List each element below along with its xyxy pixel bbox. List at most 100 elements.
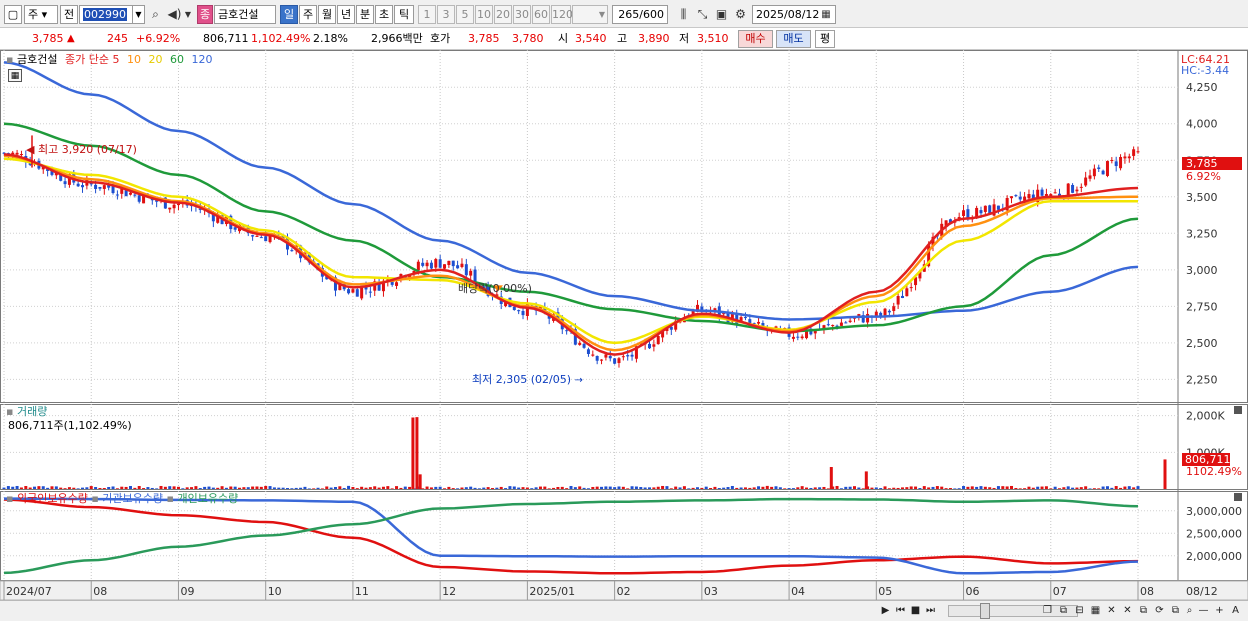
- data-count-field[interactable]: 265/600: [612, 5, 668, 24]
- volume-bar: [656, 486, 660, 489]
- interval-60[interactable]: 60: [532, 5, 550, 24]
- candle-body: [630, 354, 634, 357]
- volume-bar: [19, 487, 23, 489]
- candle-body: [434, 259, 438, 268]
- cross-icon[interactable]: ✕: [1104, 603, 1119, 619]
- volume-panel-close-icon[interactable]: [1234, 406, 1242, 414]
- interval-dropdown-icon[interactable]: ▼: [572, 5, 608, 24]
- volume-bar: [1040, 486, 1044, 489]
- volume-bar: [477, 488, 481, 489]
- volume-bar: [85, 487, 89, 489]
- x-tick-label: 05: [878, 585, 892, 598]
- table-view-icon[interactable]: ▦: [8, 69, 22, 82]
- code-dropdown-icon[interactable]: ▼: [132, 5, 145, 24]
- volume-bar: [892, 487, 896, 489]
- compare-icon[interactable]: ⧉: [1056, 603, 1071, 619]
- volume-bar: [98, 488, 102, 489]
- volume-bar: [1057, 488, 1061, 489]
- volume-bar: [848, 486, 852, 489]
- volume-bar: [687, 488, 691, 489]
- quote-bar: 3,785 ▲ 245 +6.92% 806,711 1,102.49% 2.1…: [0, 28, 1248, 50]
- interval-3[interactable]: 3: [437, 5, 455, 24]
- zoom-search-icon[interactable]: ⌕: [1182, 603, 1197, 619]
- volume-bar: [1071, 487, 1075, 489]
- tab-week[interactable]: 주: [299, 5, 317, 24]
- interval-5[interactable]: 5: [456, 5, 474, 24]
- volume-bar: [678, 487, 682, 489]
- crosshair-icon[interactable]: ✕: [1120, 603, 1135, 619]
- volume-bar: [176, 486, 180, 489]
- calendar-icon[interactable]: ▦: [818, 5, 834, 24]
- volume-bar: [543, 486, 547, 489]
- speaker-icon[interactable]: ◀): [166, 5, 183, 24]
- history-dropdown-icon[interactable]: ▼: [183, 5, 193, 24]
- tab-month[interactable]: 월: [318, 5, 336, 24]
- volume-bar: [905, 487, 909, 489]
- volume-bar: [303, 486, 307, 489]
- tab-second[interactable]: 초: [375, 5, 393, 24]
- layers-icon[interactable]: ⧉: [1168, 603, 1183, 619]
- holding-legend: ▪ 외국인보유수량 ▪ 기관보유수량 ▪ 개인보유수량: [6, 492, 238, 505]
- legend-ma10: 10: [126, 53, 141, 66]
- scroll-end-icon[interactable]: ⏭: [923, 603, 938, 619]
- volume-legend: ▪ 거래량: [6, 405, 47, 418]
- tab-tick[interactable]: 틱: [394, 5, 414, 24]
- holding-panel-close-icon[interactable]: [1234, 493, 1242, 501]
- zoom-in-icon[interactable]: +: [1212, 603, 1227, 619]
- volume-bar: [652, 487, 656, 489]
- interval-20[interactable]: 20: [494, 5, 512, 24]
- volume-bar: [111, 486, 115, 489]
- tab-minute[interactable]: 분: [356, 5, 374, 24]
- buy-button[interactable]: 매수: [738, 30, 773, 48]
- split-icon[interactable]: ⊟: [1072, 603, 1087, 619]
- volume-bar: [333, 486, 337, 489]
- stop-icon[interactable]: ■: [908, 603, 923, 619]
- line-tool-icon[interactable]: ⤡: [694, 5, 711, 24]
- interval-1[interactable]: 1: [418, 5, 436, 24]
- candle-body: [137, 195, 141, 202]
- candle-type-icon[interactable]: ⫼: [675, 5, 692, 24]
- scroll-start-icon[interactable]: ⏮: [893, 603, 908, 619]
- tab-year[interactable]: 년: [337, 5, 355, 24]
- candle-body: [98, 186, 102, 189]
- stock-name-field[interactable]: 금호건설: [214, 5, 276, 24]
- volume-bar: [482, 487, 486, 489]
- volume-bar: [6, 486, 10, 489]
- window-icon[interactable]: ❐: [1040, 603, 1055, 619]
- candle-body: [94, 184, 98, 189]
- save-icon[interactable]: ▣: [713, 5, 730, 24]
- candle-body: [421, 262, 425, 266]
- gear-icon[interactable]: ⚙: [732, 5, 749, 24]
- current-price-tag: 3,785: [1182, 157, 1242, 170]
- interval-30[interactable]: 30: [513, 5, 531, 24]
- zoom-out-icon[interactable]: —: [1196, 603, 1211, 619]
- volume-bar: [591, 486, 595, 489]
- volume-bar: [94, 487, 98, 489]
- tab-day[interactable]: 일: [280, 5, 298, 24]
- sell-button[interactable]: 매도: [776, 30, 811, 48]
- interval-10[interactable]: 10: [475, 5, 493, 24]
- volume-bar: [800, 486, 804, 489]
- link-icon[interactable]: ⧉: [1136, 603, 1151, 619]
- refresh-icon[interactable]: ⟳: [1152, 603, 1167, 619]
- eval-button[interactable]: 평: [815, 30, 835, 48]
- prev-button[interactable]: 전: [60, 5, 78, 24]
- search-icon[interactable]: ⌕: [147, 5, 164, 24]
- volume-bar: [1092, 488, 1096, 489]
- font-size-icon[interactable]: A: [1228, 603, 1243, 619]
- zoom-slider-thumb[interactable]: [980, 603, 990, 619]
- layout-icon[interactable]: ▢: [4, 5, 22, 24]
- grid-icon[interactable]: ▦: [1088, 603, 1103, 619]
- scroll-right-icon[interactable]: ▶: [878, 603, 893, 619]
- candle-body: [1018, 196, 1022, 200]
- x-tick-label: 08: [93, 585, 107, 598]
- candle-body: [133, 194, 137, 196]
- interval-120[interactable]: 120: [551, 5, 573, 24]
- volume-bar: [1075, 487, 1079, 489]
- volume-bar: [861, 488, 865, 489]
- volume-bar: [996, 486, 1000, 489]
- chart-area[interactable]: 2024/07 08 09 10 11 12 2025/01 02 03 04 05 06 07 08 08…: [0, 50, 1248, 600]
- volume-bar: [552, 487, 556, 489]
- market-select[interactable]: 주 ▾: [24, 5, 58, 24]
- holding-tick-label: 2,000,000: [1186, 550, 1242, 563]
